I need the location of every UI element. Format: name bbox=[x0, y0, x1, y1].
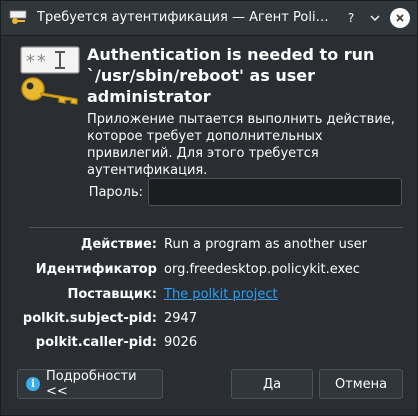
svg-text:**: ** bbox=[25, 51, 47, 72]
vendor-link[interactable]: The polkit project bbox=[164, 287, 278, 302]
help-icon: ? bbox=[347, 11, 355, 25]
detail-key: polkit.caller-pid: bbox=[35, 335, 157, 350]
auth-dialog-window: Требуется аутентификация — Агент PolicyK… bbox=[0, 0, 418, 416]
detail-value: 2947 bbox=[164, 311, 198, 326]
details-button-label: Подробности << bbox=[45, 369, 137, 399]
password-label: Пароль: bbox=[88, 185, 143, 200]
details-toggle-button[interactable]: i Подробности << bbox=[17, 369, 163, 399]
detail-key: polkit.subject-pid: bbox=[22, 311, 157, 326]
window-title: Требуется аутентификация — Агент PolicyK… bbox=[37, 10, 333, 25]
detail-key: Поставщик: bbox=[67, 287, 157, 302]
detail-value: Run a program as another user bbox=[164, 237, 367, 252]
ok-button-label: Да bbox=[262, 376, 282, 392]
detail-key: Действие: bbox=[80, 237, 157, 252]
dialog-heading: Authentication is needed to run `/usr/sb… bbox=[87, 45, 375, 106]
detail-value: org.freedesktop.policykit.exec bbox=[164, 262, 360, 277]
help-button[interactable]: ? bbox=[341, 8, 361, 28]
detail-row-identifier: Идентификатор org.freedesktop.policykit.… bbox=[1, 262, 418, 280]
password-key-icon: ** bbox=[20, 46, 80, 105]
cancel-button-label: Отмена bbox=[334, 376, 388, 392]
detail-row-vendor: Поставщик: The polkit project bbox=[1, 287, 418, 305]
close-button[interactable] bbox=[390, 8, 410, 28]
ok-button[interactable]: Да bbox=[231, 369, 313, 399]
close-icon bbox=[396, 14, 404, 22]
divider bbox=[29, 227, 403, 228]
title-bar[interactable]: Требуется аутентификация — Агент PolicyK… bbox=[1, 1, 417, 36]
detail-row-action: Действие: Run a program as another user bbox=[1, 237, 418, 255]
info-icon: i bbox=[26, 377, 40, 391]
detail-key: Идентификатор bbox=[35, 262, 157, 277]
dialog-description: Приложение пытается выполнить действие, … bbox=[87, 112, 395, 178]
detail-row-subject-pid: polkit.subject-pid: 2947 bbox=[1, 311, 418, 329]
cancel-button[interactable]: Отмена bbox=[319, 369, 403, 399]
app-icon bbox=[9, 10, 27, 24]
minimize-button[interactable] bbox=[365, 8, 385, 28]
detail-value: 9026 bbox=[164, 335, 198, 350]
password-field[interactable] bbox=[148, 178, 402, 206]
detail-row-caller-pid: polkit.caller-pid: 9026 bbox=[1, 335, 418, 353]
chevron-down-icon bbox=[370, 15, 380, 21]
